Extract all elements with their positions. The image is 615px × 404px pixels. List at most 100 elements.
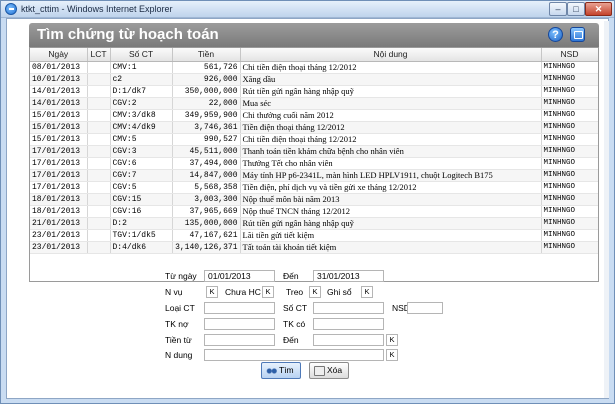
- cell-date: 17/01/2013: [30, 145, 88, 158]
- cell-date: 17/01/2013: [30, 157, 88, 170]
- to-date-input[interactable]: 31/01/2013: [313, 270, 384, 282]
- cell-date: 14/01/2013: [30, 85, 88, 98]
- cell-lct: [87, 133, 111, 146]
- table-row[interactable]: 23/01/2013 TGV:1/dk5 47,167,621 Lãi tiền gử…: [30, 229, 598, 242]
- title-bar: ktkt_cttim - Windows Internet Explorer –…: [1, 1, 614, 18]
- cell-user: MINHNGO: [541, 61, 598, 74]
- cell-description: Chi tiền điện thoại tháng 12/2012: [240, 61, 542, 74]
- cell-date: 18/01/2013: [30, 205, 88, 218]
- table-row[interactable]: 10/01/2013 c2 926,000 Xăng dầu MINHNGO: [30, 73, 598, 86]
- debit-account-input[interactable]: [204, 318, 275, 330]
- column-header-user[interactable]: NSD: [541, 48, 598, 62]
- cell-description: Mua séc: [240, 97, 542, 110]
- description-k-checkbox[interactable]: K: [386, 349, 398, 361]
- cell-user: MINHNGO: [541, 217, 598, 230]
- page-content: Tìm chứng từ hoạch toán ? Ngày LCT Số CT…: [6, 18, 609, 399]
- grid-header-row: Ngày LCT Số CT Tiền Nội dung NSD: [30, 48, 598, 62]
- cell-user: MINHNGO: [541, 121, 598, 134]
- column-header-description[interactable]: Nội dung: [240, 48, 542, 62]
- voucher-type-input[interactable]: [204, 302, 275, 314]
- minimize-button[interactable]: –: [549, 2, 567, 16]
- cell-lct: [87, 205, 111, 218]
- cell-lct: [87, 145, 111, 158]
- amount-from-input[interactable]: [204, 334, 275, 346]
- description-input[interactable]: [204, 349, 384, 361]
- search-button-label: Tìm: [279, 365, 294, 375]
- table-row[interactable]: 17/01/2013 CGV:6 37,494,000 Thưởng Tết cho …: [30, 157, 598, 170]
- cell-lct: [87, 121, 111, 134]
- column-header-lct[interactable]: LCT: [87, 48, 111, 62]
- table-row[interactable]: 17/01/2013 CGV:7 14,847,000 Máy tính HP p6-…: [30, 169, 598, 182]
- table-row[interactable]: 17/01/2013 CGV:5 5,568,358 Tiền điện, phí d…: [30, 181, 598, 194]
- cell-voucher-no: CGV:15: [110, 193, 173, 206]
- column-header-amount[interactable]: Tiền: [172, 48, 241, 62]
- cell-voucher-no: CMV:3/dk8: [110, 109, 173, 122]
- window-close-icon[interactable]: [570, 27, 585, 42]
- cell-description: Tiền điện thoại tháng 12/2012: [240, 121, 542, 134]
- search-button[interactable]: Tìm: [261, 362, 301, 379]
- cell-voucher-no: D:2: [110, 217, 173, 230]
- table-row[interactable]: 18/01/2013 CGV:15 3,003,300 Nộp thuế môn bà…: [30, 193, 598, 206]
- help-icon[interactable]: ?: [548, 27, 563, 42]
- cell-user: MINHNGO: [541, 229, 598, 242]
- cell-description: Tất toán tài khoản tiết kiệm: [240, 241, 542, 254]
- treo-label: Treo: [286, 287, 304, 297]
- cell-amount: 22,000: [172, 97, 241, 110]
- cell-amount: 37,965,669: [172, 205, 241, 218]
- page-scrollbar[interactable]: [604, 21, 609, 398]
- nvu-k2-checkbox[interactable]: K: [262, 286, 274, 298]
- cell-user: MINHNGO: [541, 133, 598, 146]
- cell-date: 14/01/2013: [30, 97, 88, 110]
- cell-voucher-no: CGV:7: [110, 169, 173, 182]
- cell-amount: 3,140,126,371: [172, 241, 241, 254]
- table-row[interactable]: 15/01/2013 CMV:5 990,527 Chi tiền điện thoạ…: [30, 133, 598, 146]
- table-row[interactable]: 14/01/2013 D:1/dk7 350,000,000 Rút tiền gửi…: [30, 85, 598, 98]
- cell-user: MINHNGO: [541, 97, 598, 110]
- window-title: ktkt_cttim - Windows Internet Explorer: [21, 4, 173, 14]
- cell-voucher-no: CGV:2: [110, 97, 173, 110]
- voucher-number-input[interactable]: [313, 302, 384, 314]
- cell-user: MINHNGO: [541, 109, 598, 122]
- cell-lct: [87, 229, 111, 242]
- nvu-k-checkbox[interactable]: K: [206, 286, 218, 298]
- cell-amount: 47,167,621: [172, 229, 241, 242]
- table-row[interactable]: 15/01/2013 CMV:3/dk8 349,959,900 Chi thưởng…: [30, 109, 598, 122]
- cell-description: Nộp thuế TNCN tháng 12/2012: [240, 205, 542, 218]
- voucher-type-label: Loại CT: [165, 303, 195, 313]
- clear-button[interactable]: Xóa: [309, 362, 349, 379]
- table-row[interactable]: 21/01/2013 D:2 135,000,000 Rút tiền gửi ngâ…: [30, 217, 598, 230]
- close-window-button[interactable]: ✕: [585, 2, 612, 16]
- cell-voucher-no: CGV:16: [110, 205, 173, 218]
- cell-date: 17/01/2013: [30, 181, 88, 194]
- cell-user: MINHNGO: [541, 145, 598, 158]
- column-header-date[interactable]: Ngày: [30, 48, 88, 62]
- table-row[interactable]: 08/01/2013 CMV:1 561,726 Chi tiền điện thoạ…: [30, 61, 598, 74]
- column-header-voucher-no[interactable]: Số CT: [110, 48, 173, 62]
- voucher-number-label: Số CT: [283, 303, 308, 313]
- cell-description: Tiền điện, phí dịch vụ và tiền gửi xe th…: [240, 181, 542, 194]
- cell-voucher-no: D:1/dk7: [110, 85, 173, 98]
- table-row[interactable]: 15/01/2013 CMV:4/dk9 3,746,361 Tiền điện th…: [30, 121, 598, 134]
- cell-amount: 45,511,000: [172, 145, 241, 158]
- user-input[interactable]: [407, 302, 443, 314]
- table-row[interactable]: 17/01/2013 CGV:3 45,511,000 Thanh toán tiền…: [30, 145, 598, 158]
- from-date-input[interactable]: 01/01/2013: [204, 270, 275, 282]
- cell-date: 15/01/2013: [30, 121, 88, 134]
- treo-k-checkbox[interactable]: K: [309, 286, 321, 298]
- maximize-button[interactable]: □: [567, 2, 585, 16]
- nvu-status-value: Chưa HC: [225, 287, 261, 297]
- description-label: N dung: [165, 350, 193, 360]
- cell-voucher-no: CGV:5: [110, 181, 173, 194]
- table-row[interactable]: 23/01/2013 D:4/dk6 3,140,126,371 Tất toán t…: [30, 241, 598, 254]
- table-row[interactable]: 14/01/2013 CGV:2 22,000 Mua séc MINHNGO: [30, 97, 598, 110]
- amount-to-input[interactable]: [313, 334, 384, 346]
- cell-date: 23/01/2013: [30, 241, 88, 254]
- cell-amount: 926,000: [172, 73, 241, 86]
- treo-k2-checkbox[interactable]: K: [361, 286, 373, 298]
- amount-to-label: Đến: [283, 335, 299, 345]
- cell-date: 21/01/2013: [30, 217, 88, 230]
- amount-k-checkbox[interactable]: K: [386, 334, 398, 346]
- cell-user: MINHNGO: [541, 205, 598, 218]
- credit-account-input[interactable]: [313, 318, 384, 330]
- table-row[interactable]: 18/01/2013 CGV:16 37,965,669 Nộp thuế TNCN …: [30, 205, 598, 218]
